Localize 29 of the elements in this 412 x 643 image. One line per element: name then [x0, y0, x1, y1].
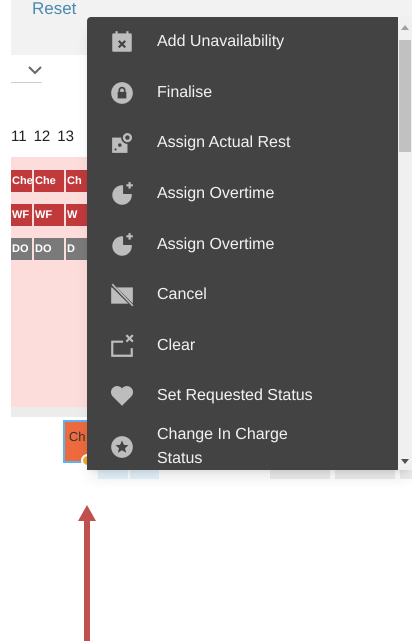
- crossed-card-icon: [109, 282, 135, 308]
- reset-link[interactable]: Reset: [32, 0, 76, 17]
- menu-item[interactable]: Assign Overtime: [157, 182, 327, 206]
- scroll-down-icon[interactable]: [401, 459, 409, 464]
- star-circle-icon: [109, 434, 135, 460]
- chevron-down-icon[interactable]: [28, 66, 42, 75]
- menu-item[interactable]: Assign Overtime: [157, 232, 327, 257]
- menu-item[interactable]: Set Requested Status: [157, 384, 327, 408]
- day-number: 11: [11, 126, 27, 147]
- menu-item[interactable]: Assign Actual Rest: [157, 131, 327, 156]
- menu-item[interactable]: Finalise: [157, 80, 327, 105]
- menu-item[interactable]: Clear: [157, 334, 327, 358]
- menu-item[interactable]: Change In Charge Status: [157, 423, 327, 470]
- arrow-up-icon: [78, 505, 96, 641]
- shift-chip[interactable]: DO: [11, 238, 32, 260]
- shift-chip[interactable]: WF: [11, 204, 32, 226]
- scrollbar[interactable]: [398, 17, 412, 470]
- scrollbar-thumb[interactable]: [399, 40, 411, 152]
- day-number: 13: [57, 126, 74, 147]
- menu-item[interactable]: Cancel: [157, 283, 327, 308]
- shift-chip[interactable]: Che: [34, 170, 64, 192]
- day-number: 12: [34, 126, 50, 147]
- scroll-up-icon[interactable]: [401, 25, 409, 30]
- shift-chip[interactable]: DO: [34, 238, 64, 260]
- lock-icon: [109, 80, 135, 106]
- shift-chip[interactable]: WF: [34, 204, 64, 226]
- menu-item[interactable]: Add Unavailability: [157, 30, 327, 54]
- screen-x-icon: [109, 332, 135, 359]
- shift-chip[interactable]: Che: [11, 170, 32, 192]
